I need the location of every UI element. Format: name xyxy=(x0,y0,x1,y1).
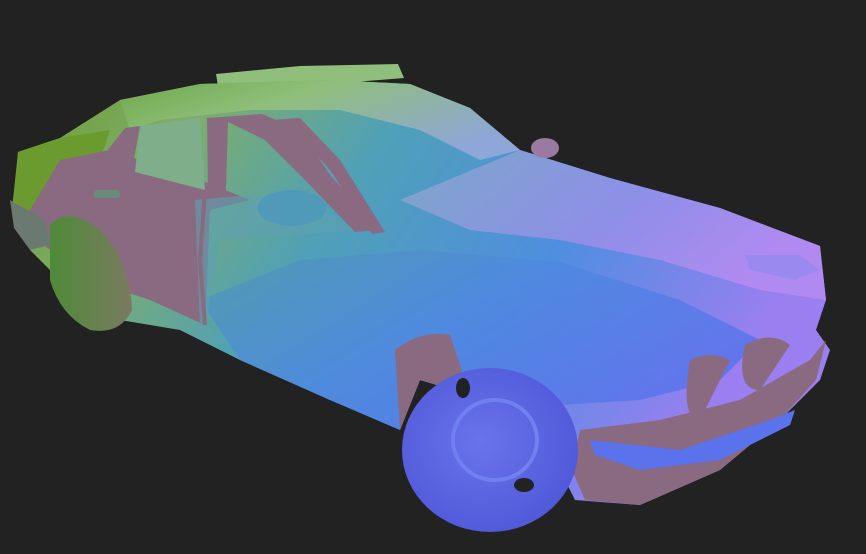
door-handle xyxy=(94,190,120,198)
side-mirror xyxy=(258,190,326,226)
wheel-hole-top xyxy=(456,378,470,398)
car-render xyxy=(10,64,830,532)
wheel-hole-bottom xyxy=(514,478,534,492)
front-wheel xyxy=(402,368,578,532)
render-viewport xyxy=(0,0,866,554)
antenna-base xyxy=(531,138,559,158)
